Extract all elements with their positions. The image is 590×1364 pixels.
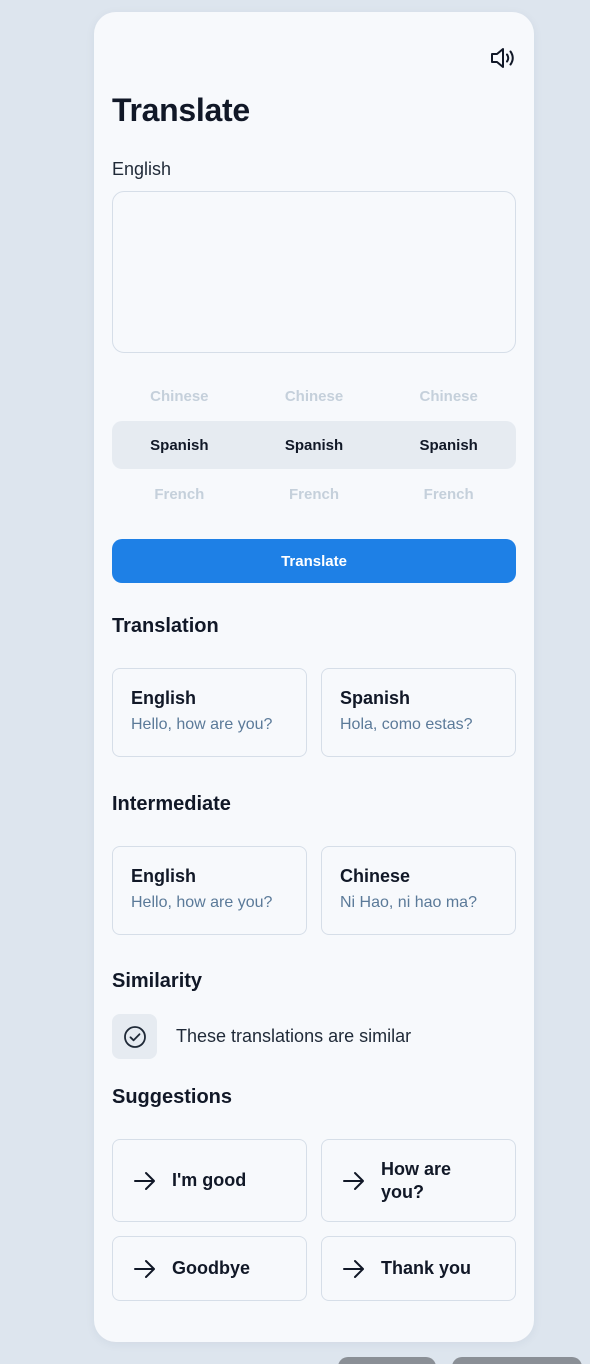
- bottom-tab-pill[interactable]: [452, 1357, 582, 1364]
- suggestion-button[interactable]: How are you?: [321, 1139, 516, 1222]
- picker-option-selected[interactable]: Spanish: [247, 437, 382, 454]
- intermediate-heading: Intermediate: [112, 793, 231, 815]
- picker-option[interactable]: Chinese: [381, 388, 516, 405]
- intermediate-target-box: Chinese Ni Hao, ni hao ma?: [321, 846, 516, 935]
- translation-target-box: Spanish Hola, como estas?: [321, 668, 516, 757]
- similarity-heading: Similarity: [112, 970, 203, 992]
- suggestion-button[interactable]: Goodbye: [112, 1236, 307, 1301]
- suggestion-label: Thank you: [381, 1258, 472, 1278]
- intermediate-target-lang: Chinese: [340, 866, 411, 886]
- picker-option[interactable]: Chinese: [112, 388, 247, 405]
- translation-source-box: English Hello, how are you?: [112, 668, 307, 757]
- picker-option[interactable]: Chinese: [247, 388, 382, 405]
- similarity-row: These translations are similar: [112, 1014, 411, 1059]
- picker-option[interactable]: French: [112, 486, 247, 503]
- picker-option[interactable]: French: [247, 486, 382, 503]
- intermediate-target-text: Ni Hao, ni hao ma?: [340, 894, 477, 911]
- suggestion-label: Goodbye: [172, 1258, 251, 1278]
- picker-option[interactable]: French: [381, 486, 516, 503]
- suggestion-button[interactable]: I'm good: [112, 1139, 307, 1222]
- translation-target-lang: Spanish: [340, 688, 411, 708]
- language-picker[interactable]: Chinese Chinese Chinese Spanish Spanish …: [112, 380, 516, 510]
- arrow-right-icon: [343, 1171, 364, 1190]
- translation-pair: English Hello, how are you? Spanish Hola…: [112, 668, 516, 757]
- translate-button[interactable]: Translate: [112, 539, 516, 583]
- picker-row-above: Chinese Chinese Chinese: [112, 380, 516, 412]
- arrow-right-icon: [134, 1259, 155, 1278]
- page-title: Translate: [112, 92, 250, 128]
- translation-source-lang: English: [131, 688, 197, 708]
- suggestion-button[interactable]: Thank you: [321, 1236, 516, 1301]
- bottom-tab-pill[interactable]: [338, 1357, 436, 1364]
- speaker-icon[interactable]: [490, 46, 516, 70]
- intermediate-pair: English Hello, how are you? Chinese Ni H…: [112, 846, 516, 935]
- picker-option-selected[interactable]: Spanish: [381, 437, 516, 454]
- picker-option-selected[interactable]: Spanish: [112, 437, 247, 454]
- picker-row-below: French French French: [112, 478, 516, 510]
- suggestion-label: How are you?: [381, 1158, 452, 1202]
- suggestions-row: I'm good How are you?: [112, 1139, 516, 1222]
- suggestions-row: Goodbye Thank you: [112, 1236, 516, 1301]
- source-language-label: English: [112, 159, 172, 179]
- translation-target-text: Hola, como estas?: [340, 716, 473, 733]
- arrow-right-icon: [134, 1171, 155, 1190]
- intermediate-source-lang: English: [131, 866, 197, 886]
- intermediate-source-text: Hello, how are you?: [131, 894, 273, 911]
- translation-heading: Translation: [112, 615, 219, 637]
- picker-row-selected: Spanish Spanish Spanish: [112, 421, 516, 469]
- suggestion-label: I'm good: [172, 1170, 247, 1190]
- check-circle-icon: [112, 1014, 157, 1059]
- arrow-right-icon: [343, 1259, 364, 1278]
- translate-card: Translate English Chinese Chinese Chines…: [94, 12, 534, 1342]
- translation-source-text: Hello, how are you?: [131, 716, 273, 733]
- source-text-input[interactable]: [112, 191, 516, 353]
- suggestions-heading: Suggestions: [112, 1086, 233, 1108]
- intermediate-source-box: English Hello, how are you?: [112, 846, 307, 935]
- similarity-text: These translations are similar: [176, 1026, 412, 1046]
